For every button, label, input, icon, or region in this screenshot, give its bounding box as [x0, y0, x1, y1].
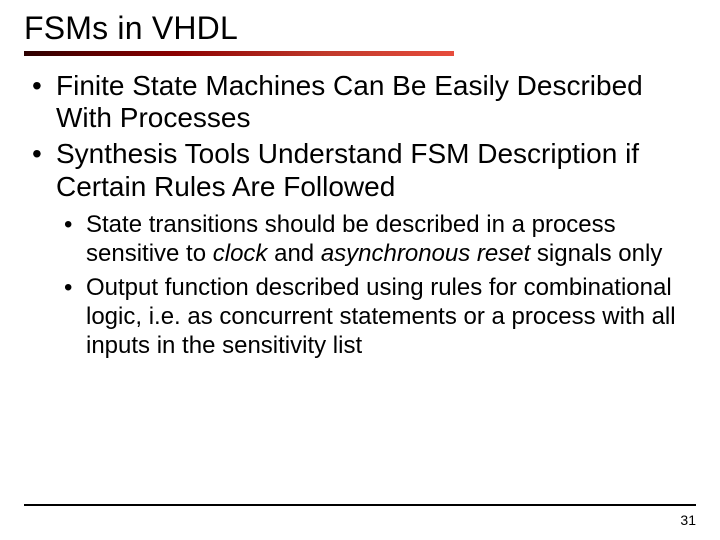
slide: FSMs in VHDL Finite State Machines Can B… [0, 0, 720, 540]
bullet-item: Synthesis Tools Understand FSM Descripti… [32, 138, 696, 202]
bullet-item: Finite State Machines Can Be Easily Desc… [32, 70, 696, 134]
slide-title: FSMs in VHDL [24, 10, 696, 47]
italic-text: clock [213, 240, 268, 267]
bullet-item: State transitions should be described in… [64, 211, 686, 269]
bullet-list-level2: State transitions should be described in… [24, 211, 696, 361]
page-number: 31 [680, 512, 696, 528]
text-run: signals only [530, 240, 662, 267]
title-underline [24, 51, 454, 56]
italic-text: asynchronous reset [321, 240, 530, 267]
bullet-item: Output function described using rules fo… [64, 274, 686, 360]
bullet-list-level1: Finite State Machines Can Be Easily Desc… [24, 70, 696, 203]
text-run: and [267, 240, 320, 267]
footer-rule [24, 504, 696, 506]
